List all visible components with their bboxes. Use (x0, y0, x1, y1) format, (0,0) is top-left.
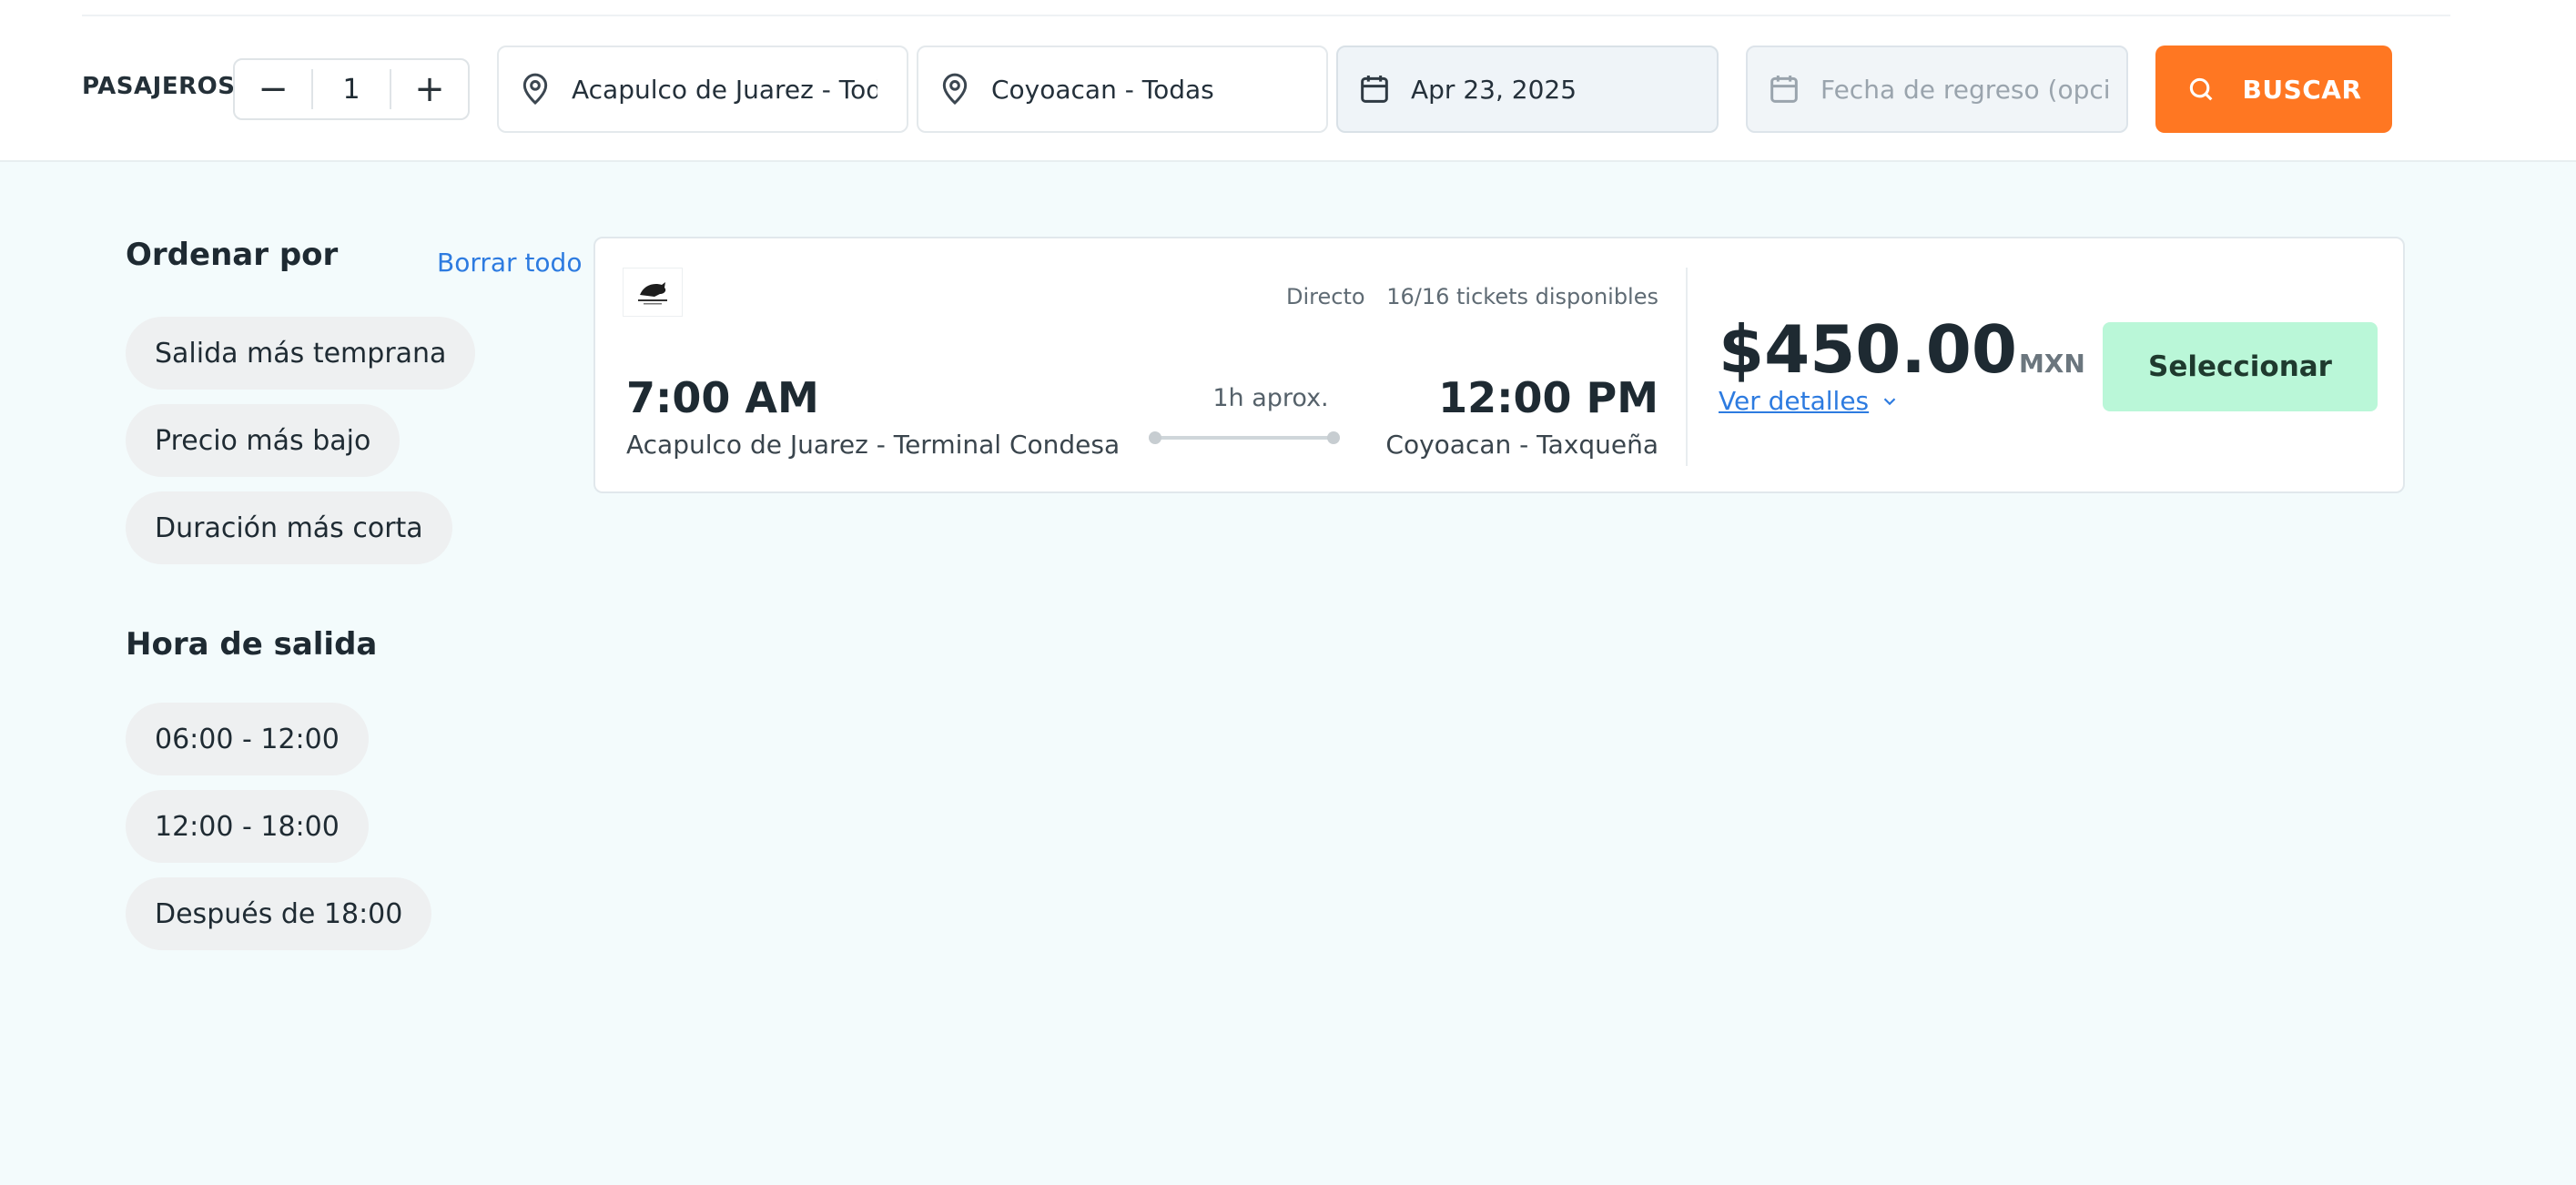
map-pin-icon (942, 73, 968, 106)
price-amount: $450.00 (1719, 311, 2017, 388)
trip-type: Directo (1286, 284, 1365, 309)
chevron-down-icon (1883, 397, 1896, 405)
destination-value: Coyoacan - Todas (991, 74, 1214, 105)
destination-field[interactable]: Coyoacan - Todas (917, 46, 1328, 133)
time-afternoon-chip[interactable]: 12:00 - 18:00 (126, 790, 369, 863)
sort-cheapest-chip[interactable]: Precio más bajo (126, 404, 401, 477)
decrement-button[interactable]: − (235, 60, 311, 118)
time-evening-chip[interactable]: Después de 18:00 (126, 877, 432, 950)
passengers-label: PASAJEROS (82, 73, 236, 100)
route-line (1149, 431, 1340, 444)
calendar-icon (1361, 76, 1388, 103)
route-bar (1154, 436, 1334, 440)
departure-time-title: Hora de salida (126, 626, 378, 663)
trip-result-card: Directo 16/16 tickets disponibles 7:00 A… (593, 237, 2405, 493)
origin-value: Acapulco de Juarez - Todas (572, 74, 877, 105)
time-morning-chip[interactable]: 06:00 - 12:00 (126, 703, 369, 775)
sort-shortest-chip[interactable]: Duración más corta (126, 491, 452, 564)
departure-date-value: Apr 23, 2025 (1411, 74, 1577, 105)
price-currency: MXN (2018, 349, 2085, 379)
arrival-place: Coyoacan - Taxqueña (1385, 430, 1658, 460)
route-end-dot (1327, 431, 1340, 444)
passengers-count[interactable]: 1 (313, 74, 390, 106)
view-details-label: Ver detalles (1719, 386, 1870, 416)
search-button-label: BUSCAR (2242, 74, 2362, 105)
route-start-dot (1149, 431, 1161, 444)
view-details-link[interactable]: Ver detalles (1719, 386, 1900, 416)
arrival-time: 12:00 PM (1438, 373, 1658, 422)
return-date-field[interactable]: Fecha de regreso (opcional) (1746, 46, 2128, 133)
departure-place: Acapulco de Juarez - Terminal Condesa (626, 430, 1121, 460)
search-header: PASAJEROS − 1 + Acapulco de Juarez - Tod… (0, 0, 2576, 162)
panther-logo-icon (638, 282, 667, 305)
sort-earliest-chip[interactable]: Salida más temprana (126, 317, 476, 390)
bus-company-logo (623, 268, 683, 317)
return-date-placeholder: Fecha de regreso (opcional) (1820, 74, 2110, 105)
clear-all-link[interactable]: Borrar todo (437, 248, 582, 278)
search-icon (2190, 77, 2213, 101)
card-divider (1686, 268, 1688, 466)
availability-text: 16/16 tickets disponibles (1386, 284, 1658, 309)
trip-meta: Directo 16/16 tickets disponibles (1286, 284, 1658, 309)
header-divider (82, 15, 2450, 16)
departure-date-field[interactable]: Apr 23, 2025 (1336, 46, 1719, 133)
map-pin-icon (522, 73, 548, 106)
calendar-icon (1770, 76, 1798, 103)
select-trip-button[interactable]: Seleccionar (2103, 322, 2378, 411)
origin-field[interactable]: Acapulco de Juarez - Todas (497, 46, 908, 133)
search-button[interactable]: BUSCAR (2155, 46, 2392, 133)
increment-button[interactable]: + (391, 60, 468, 118)
departure-time: 7:00 AM (626, 373, 819, 422)
trip-price: $450.00MXN (1719, 311, 2085, 388)
trip-duration: 1h aprox. (1212, 384, 1329, 412)
passengers-stepper: − 1 + (233, 58, 470, 120)
